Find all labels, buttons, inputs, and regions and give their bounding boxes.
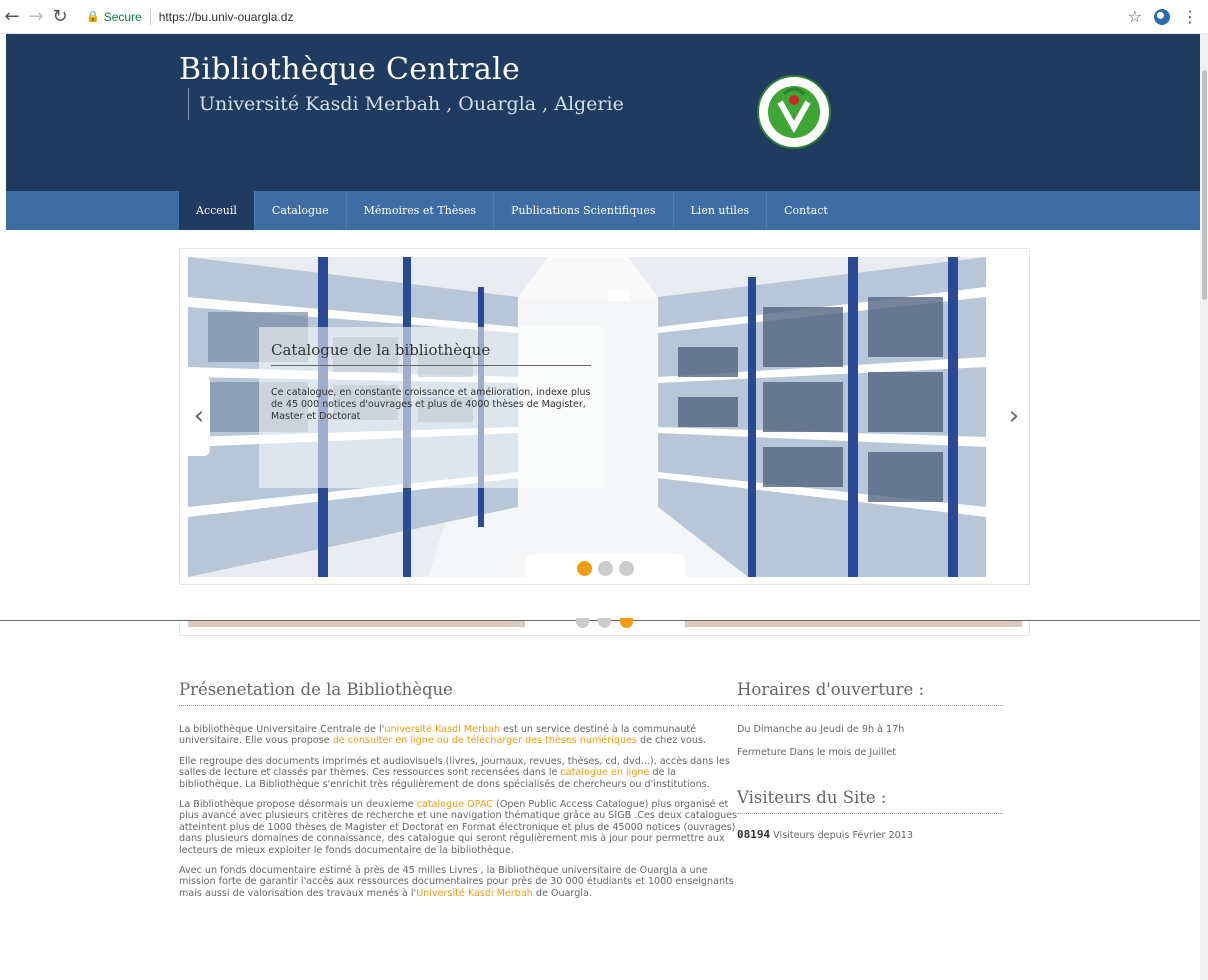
hours-line: Du Dimanche au Jeudi de 9h à 17h xyxy=(737,724,905,735)
address-bar[interactable]: https://bu.univ-ouargla.dz xyxy=(159,10,294,24)
slider-prev-icon[interactable]: ‹ xyxy=(188,376,210,456)
paragraph: La Bibliothèque propose désormais un deu… xyxy=(179,799,739,856)
slider-next-icon[interactable]: › xyxy=(1002,396,1026,436)
menu-item-catalogue[interactable]: Catalogue xyxy=(253,191,346,230)
paragraph: Elle regroupe des documents imprimés et … xyxy=(179,756,739,790)
presentation-text: La bibliothèque Universitaire Centrale d… xyxy=(179,724,739,908)
menu-item-acceuil[interactable]: Acceuil xyxy=(179,191,254,230)
university-link[interactable]: université Kasdi Merbah xyxy=(384,724,500,735)
theses-link[interactable]: de consulter en ligne ou de télécharger … xyxy=(333,735,637,746)
secure-label: Secure xyxy=(103,9,142,24)
visitor-text: Visiteurs depuis Février 2013 xyxy=(770,830,913,841)
bookmark-star-icon[interactable]: ☆ xyxy=(1128,7,1142,26)
text: La bibliothèque Universitaire Centrale d… xyxy=(179,724,385,735)
catalogue-link[interactable]: catalogue en ligne xyxy=(561,767,650,778)
slide-image-strip xyxy=(188,621,525,627)
visitors-counter: 08194 Visiteurs depuis Février 2013 xyxy=(737,828,1003,841)
slider-dot-2[interactable] xyxy=(597,560,613,576)
menu-item-contact[interactable]: Contact xyxy=(766,191,845,230)
divider xyxy=(149,8,151,25)
opac-link[interactable]: catalogue OPAC xyxy=(417,799,493,810)
site-title[interactable]: Bibliothèque Centrale xyxy=(179,52,520,87)
sidebar: Horaires d'ouverture : Du Dimanche au Je… xyxy=(737,680,1003,841)
text: de chez vous. xyxy=(636,735,707,747)
slide-caption: Catalogue de la bibliothèque Ce catalogu… xyxy=(259,327,604,488)
paragraph: Avec un fonds documentaire estimé à près… xyxy=(179,865,739,899)
scrollbar-thumb[interactable] xyxy=(1202,70,1207,300)
slider-dot-2[interactable] xyxy=(598,618,611,628)
visitors-title: Visiteurs du Site : xyxy=(737,788,1003,814)
slider-dot-3[interactable] xyxy=(620,618,633,628)
hours-title: Horaires d'ouverture : xyxy=(737,680,1003,706)
browser-toolbar: ← → ↻ 🔒 Secure https://bu.univ-ouargla.d… xyxy=(0,0,1208,34)
slide-image-strip xyxy=(685,621,1022,627)
toolbar-right: ☆ ⋮ xyxy=(1128,7,1208,26)
hours-line: Fermeture Dans le mois de Juillet xyxy=(737,747,896,758)
presentation-title: Présenetation de la Bibliothèque xyxy=(179,680,734,706)
site-subtitle: Université Kasdi Merbah , Ouargla , Alge… xyxy=(188,88,624,120)
slider-frame-bottom xyxy=(179,618,1030,636)
extension-icon[interactable] xyxy=(1154,8,1170,25)
main-menu-bar: Acceuil Catalogue Mémoires et Thèses Pub… xyxy=(6,191,1202,230)
university-logo-icon xyxy=(757,75,831,149)
slider-dot-1[interactable] xyxy=(576,618,589,628)
slide-caption-text: Ce catalogue, en constante croissance et… xyxy=(271,387,591,422)
text: La Bibliothèque propose désormais un deu… xyxy=(179,799,417,811)
slide-caption-title[interactable]: Catalogue de la bibliothèque xyxy=(271,341,591,366)
slider-pagination xyxy=(525,554,685,582)
menu-dots-icon[interactable]: ⋮ xyxy=(1182,7,1198,26)
text: de Ouargla. xyxy=(532,887,592,899)
reload-icon[interactable]: ↻ xyxy=(48,6,72,27)
menu-item-memoires[interactable]: Mémoires et Thèses xyxy=(345,191,493,230)
menu-item-liens[interactable]: Lien utiles xyxy=(672,191,767,230)
lock-icon: 🔒 xyxy=(86,10,100,23)
visitor-count: 08194 xyxy=(737,828,771,841)
slider-dot-3[interactable] xyxy=(618,560,634,576)
back-icon[interactable]: ← xyxy=(0,6,24,27)
forward-icon[interactable]: → xyxy=(24,6,48,27)
university-link[interactable]: Université Kasdi Merbah xyxy=(416,888,533,899)
paragraph: La bibliothèque Universitaire Centrale d… xyxy=(179,724,739,747)
menu-item-publications[interactable]: Publications Scientifiques xyxy=(493,191,672,230)
slider-dot-1[interactable] xyxy=(576,560,592,576)
main-menu: Acceuil Catalogue Mémoires et Thèses Pub… xyxy=(179,191,845,230)
